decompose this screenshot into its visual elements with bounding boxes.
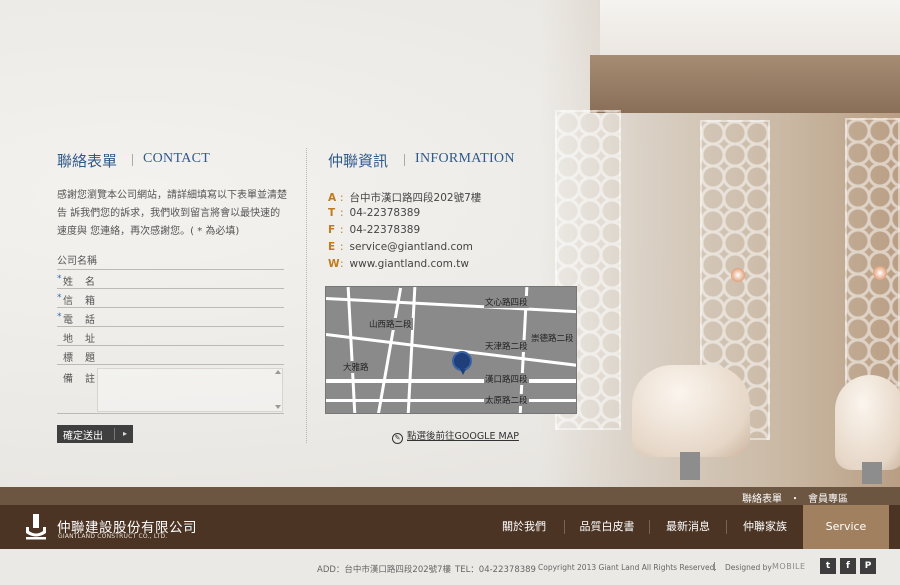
- map-road: [346, 287, 357, 413]
- name-input[interactable]: [97, 270, 283, 288]
- twitter-icon[interactable]: t: [820, 558, 836, 574]
- map-road: [376, 287, 403, 413]
- utility-bar: 聯絡表單・會員專區: [0, 487, 900, 505]
- location-pin-icon: [452, 351, 472, 375]
- google-map-label: 點選後前往GOOGLE MAP: [407, 431, 519, 442]
- map-road: [406, 287, 417, 413]
- chair-stem: [862, 462, 882, 484]
- company-logo-icon[interactable]: [24, 513, 48, 541]
- lamp-glow: [731, 268, 745, 282]
- info-title-en: INFORMATION: [415, 151, 515, 166]
- map-road: [326, 399, 576, 402]
- link-separator: ・: [790, 494, 800, 505]
- map-label: 崇德路二段: [530, 332, 575, 344]
- subject-field: 標題: [57, 346, 284, 365]
- title-separator: [404, 154, 405, 166]
- submit-button[interactable]: 確定送出 ▸: [57, 425, 133, 443]
- member-area-link[interactable]: 會員專區: [808, 494, 848, 505]
- lamp-glow: [873, 266, 887, 280]
- nav-about[interactable]: 關於我們: [484, 505, 564, 549]
- map-label: 天津路二段: [484, 340, 529, 352]
- map-label: 大雅路: [342, 361, 370, 373]
- required-mark: *: [57, 312, 62, 322]
- contact-title-en: CONTACT: [143, 151, 211, 166]
- utility-links: 聯絡表單・會員專區: [742, 490, 848, 505]
- salon-chair: [632, 365, 750, 457]
- phone-field: * 電話: [57, 308, 284, 327]
- location-map[interactable]: 文心路四段 山西路二段 天津路二段 崇德路二段 大雅路 漢口路四段 太原路二段: [325, 286, 577, 414]
- info-key: W: [328, 258, 340, 270]
- info-tel: T:04-22378389: [328, 207, 421, 219]
- facebook-icon[interactable]: f: [840, 558, 856, 574]
- info-value: 04-22378389: [349, 224, 421, 236]
- info-key: T: [328, 207, 336, 219]
- info-email: E: service@giantland.com: [328, 241, 473, 253]
- info-key: E: [328, 241, 336, 253]
- footer-designed-by: Designed by: [725, 563, 772, 572]
- info-email-link[interactable]: service@giantland.com: [350, 241, 473, 253]
- scroll-up-icon[interactable]: [275, 370, 281, 374]
- info-title-cn: 仲聯資訊: [328, 152, 389, 170]
- nav-service[interactable]: Service: [803, 505, 889, 549]
- info-web: W: www.giantland.com.tw: [328, 258, 469, 270]
- arrow-right-icon: ▸: [122, 429, 127, 438]
- info-fax: F:04-22378389: [328, 224, 421, 236]
- nav-quality[interactable]: 品質白皮書: [565, 505, 649, 549]
- name-field: * 姓名: [57, 270, 284, 289]
- contact-title-cn: 聯絡表單: [57, 152, 118, 170]
- map-road: [326, 379, 576, 383]
- button-divider: [114, 428, 115, 440]
- company-name-input[interactable]: [117, 251, 283, 269]
- scroll-down-icon[interactable]: [275, 405, 281, 409]
- contact-intro: 感謝您瀏覽本公司網站，請詳細填寫以下表單並清楚告 訴我們您的訴求，我們收到留言將…: [57, 190, 287, 237]
- chair-stem: [680, 452, 700, 480]
- google-map-link[interactable]: ✎ 點選後前往GOOGLE MAP: [392, 428, 519, 444]
- address-field: 地址: [57, 327, 284, 346]
- section-divider: [306, 148, 307, 443]
- phone-input[interactable]: [97, 308, 283, 326]
- footer-divider: |: [713, 562, 716, 572]
- salon-beam: [590, 55, 900, 113]
- map-label: 山西路二段: [368, 318, 413, 330]
- required-mark: *: [57, 293, 62, 303]
- company-name-en: GIANTLAND CONSTRUCT CO., LTD.: [58, 533, 168, 540]
- info-key: F: [328, 224, 336, 236]
- designer-link[interactable]: MOBILE: [772, 562, 806, 571]
- subject-input[interactable]: [97, 346, 283, 364]
- company-name-field: [57, 251, 284, 270]
- nav-family[interactable]: 仲聯家族: [727, 505, 803, 549]
- map-label: 文心路四段: [484, 296, 529, 308]
- footer-tel: TEL：04-22378389: [455, 565, 536, 575]
- contact-form-link[interactable]: 聯絡表單: [742, 494, 782, 505]
- email-field: * 信箱: [57, 289, 284, 308]
- salon-chair: [835, 375, 900, 470]
- notes-textarea[interactable]: [97, 368, 283, 412]
- email-input[interactable]: [97, 289, 283, 307]
- map-label: 太原路二段: [484, 394, 529, 406]
- map-label: 漢口路四段: [484, 373, 529, 385]
- info-key: A: [328, 192, 337, 204]
- map-road: [326, 297, 576, 314]
- plurk-icon[interactable]: P: [860, 558, 876, 574]
- footer-address: ADD：台中市漢口路四段202號7樓: [317, 565, 452, 575]
- address-input[interactable]: [97, 327, 283, 345]
- nav-news[interactable]: 最新消息: [650, 505, 726, 549]
- info-value: 台中市漢口路四段202號7樓: [349, 192, 482, 204]
- notes-field: 備註: [57, 366, 284, 414]
- required-mark: *: [57, 274, 62, 284]
- title-separator: [132, 154, 133, 166]
- info-web-link[interactable]: www.giantland.com.tw: [350, 258, 469, 270]
- footer-copyright: Copyright 2013 Giant Land All Rights Res…: [538, 563, 717, 572]
- submit-label: 確定送出: [63, 430, 103, 442]
- info-value: 04-22378389: [349, 207, 421, 219]
- info-address: A: 台中市漢口路四段202號7樓: [328, 192, 482, 204]
- compass-icon: ✎: [392, 433, 403, 444]
